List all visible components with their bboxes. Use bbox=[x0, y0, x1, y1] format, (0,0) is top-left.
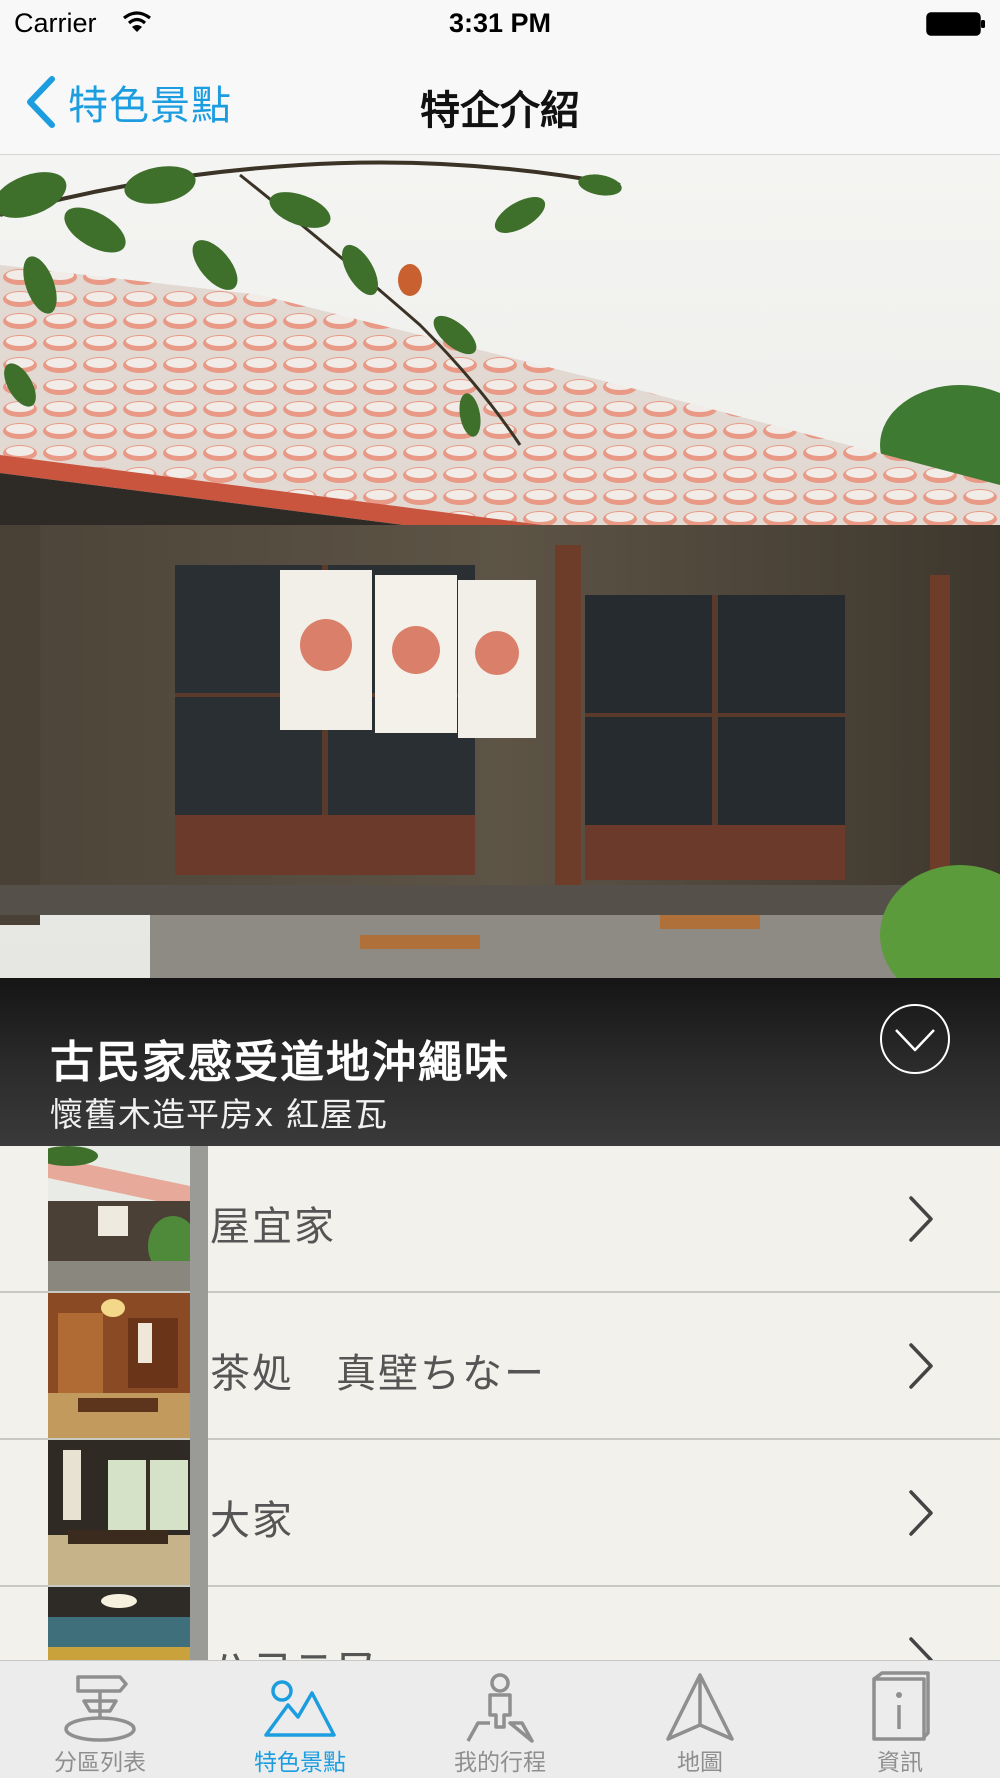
tab-bar: 分區列表 特色景點 我的行程 地圖 資訊 bbox=[0, 1660, 1000, 1778]
feature-subtitle: 懷舊木造平房x 紅屋瓦 bbox=[50, 1095, 389, 1134]
list-item-label: 大家 bbox=[210, 1498, 294, 1544]
tab-info[interactable]: 資訊 bbox=[800, 1661, 1000, 1778]
page-title: 特企介紹 bbox=[420, 88, 580, 134]
thumbnail-divider bbox=[190, 1293, 208, 1440]
thumbnail-image bbox=[48, 1293, 190, 1438]
thumbnail-image bbox=[48, 1587, 190, 1660]
traveler-icon bbox=[466, 1673, 534, 1743]
collapse-button[interactable] bbox=[880, 1004, 950, 1074]
chevron-down-icon bbox=[895, 1029, 935, 1052]
list-item[interactable]: 屋宜家 bbox=[0, 1146, 1000, 1293]
list-item-label: 屋宜家 bbox=[210, 1204, 336, 1250]
battery-icon bbox=[926, 12, 985, 36]
tab-map[interactable]: 地圖 bbox=[600, 1661, 800, 1778]
tab-featured-spots[interactable]: 特色景點 bbox=[200, 1661, 400, 1778]
status-time: 3:31 PM bbox=[448, 8, 552, 38]
info-book-icon bbox=[872, 1671, 930, 1741]
tab-label: 地圖 bbox=[677, 1750, 723, 1776]
signpost-icon bbox=[64, 1675, 136, 1742]
thumbnail-divider bbox=[190, 1146, 208, 1293]
thumbnail-image bbox=[48, 1440, 190, 1585]
thumbnail-divider bbox=[190, 1440, 208, 1587]
feature-title: 古民家感受道地沖繩味 bbox=[50, 1037, 510, 1088]
navigation-bar: 特色景點 特企介紹 bbox=[0, 50, 1000, 155]
tab-label: 分區列表 bbox=[54, 1750, 146, 1776]
thumbnail-divider bbox=[190, 1587, 208, 1660]
tab-label: 我的行程 bbox=[454, 1750, 546, 1776]
chevron-right-icon bbox=[909, 1637, 933, 1660]
hero-photo bbox=[0, 155, 1000, 978]
tab-my-itinerary[interactable]: 我的行程 bbox=[400, 1661, 600, 1778]
list-item-label: 茶処 真壁ちなー bbox=[210, 1351, 546, 1397]
compass-arrow-icon bbox=[666, 1673, 734, 1741]
tab-district-list[interactable]: 分區列表 bbox=[0, 1661, 200, 1778]
spot-list: 屋宜家 茶処 真壁ちなー 大家 bbox=[0, 1146, 1000, 1660]
list-item-label: ハコニワ bbox=[210, 1635, 378, 1660]
thumbnail-image bbox=[48, 1146, 190, 1291]
chevron-right-icon bbox=[909, 1196, 933, 1242]
tab-label: 資訊 bbox=[877, 1750, 923, 1776]
chevron-right-icon bbox=[909, 1490, 933, 1536]
tab-label: 特色景點 bbox=[254, 1750, 346, 1776]
list-item[interactable]: 大家 bbox=[0, 1440, 1000, 1587]
chevron-right-icon bbox=[909, 1343, 933, 1389]
list-item[interactable]: ハコニワ bbox=[0, 1587, 1000, 1660]
status-bar: Carrier 3:31 PM bbox=[0, 0, 1000, 50]
feature-caption: 古民家感受道地沖繩味 懷舊木造平房x 紅屋瓦 bbox=[0, 978, 1000, 1146]
mountain-icon bbox=[264, 1680, 336, 1737]
list-item[interactable]: 茶処 真壁ちなー bbox=[0, 1293, 1000, 1440]
